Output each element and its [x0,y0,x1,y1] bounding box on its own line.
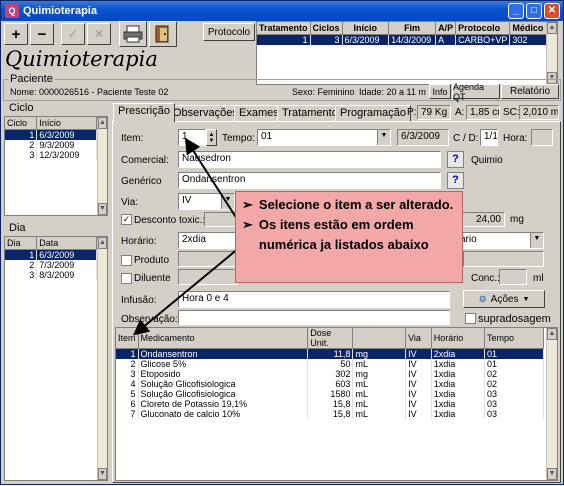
bullet-icon: ➢ [242,197,253,212]
callout-line-1: Selecione o item a ser alterado. [258,197,454,212]
main-window: Q Quimioterapia _ □ ✕ + − ✓ ✕ Protocolo … [0,0,564,485]
arrow-to-medication-list [132,242,246,336]
bullet-icon: ➢ [242,217,253,232]
arrow-to-item-field [184,137,238,220]
callout-line-2: Os itens estão em ordem numérica ja list… [258,217,429,252]
annotation-callout: ➢ Selecione o item a ser alterado. ➢ Os it… [235,191,463,283]
